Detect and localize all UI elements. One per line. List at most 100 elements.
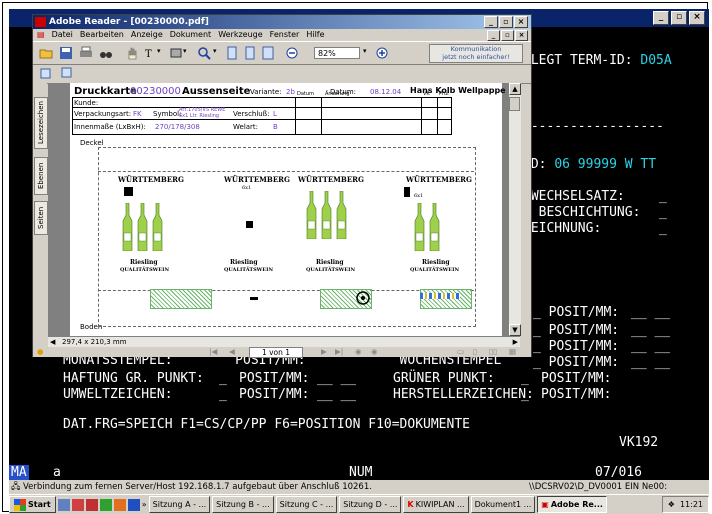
chevron-down-icon[interactable]: ▾ [157, 47, 161, 55]
terminal-input-field[interactable]: _ [659, 221, 667, 237]
zoom-in-icon[interactable] [375, 46, 389, 60]
terminal-input-field[interactable]: _ [659, 205, 667, 221]
fit-width-icon[interactable] [261, 46, 275, 60]
single-page-icon[interactable]: ▭ [457, 347, 464, 357]
taskbar-item[interactable]: Dokument1 ... [470, 496, 536, 513]
terminal-input-field[interactable]: __ __ [631, 305, 670, 321]
adobe-reader-window[interactable]: Adobe Reader - [00230000.pdf] _ ▫ × ▤ Da… [32, 14, 532, 358]
terminal-input-field[interactable]: __ __ [317, 371, 356, 387]
facing-icon[interactable]: ▯▯ [489, 347, 497, 357]
taskbar-item-active[interactable]: ▣ Adobe Re... [537, 496, 607, 513]
screenshot-frame: _ ▫ × ELEGT TERM-ID: D05A --------------… [2, 2, 709, 514]
terminal-input-field[interactable]: __ __ [631, 323, 670, 339]
taskbar-item[interactable]: Sitzung B - ... [212, 496, 274, 513]
document-view[interactable]: Druckkarte 00230000 Aussenseite Variante… [48, 83, 508, 336]
continuous-facing-icon[interactable]: ▦ [509, 347, 516, 357]
open-folder-icon[interactable] [39, 46, 53, 60]
adobe-icon: ▣ [541, 500, 549, 509]
zoom-out-icon[interactable] [285, 46, 299, 60]
doc-restore-icon[interactable]: ▫ [501, 30, 514, 41]
black-mark [124, 187, 133, 196]
quicklaunch-icon[interactable] [85, 498, 98, 511]
doc-side: Aussenseite [182, 86, 251, 97]
menu-hilfe[interactable]: Hilfe [306, 29, 324, 41]
chevron-down-icon[interactable]: ▾ [213, 47, 217, 55]
vertical-scrollbar[interactable]: ▲ ▼ [508, 83, 521, 336]
hand-tool-icon[interactable] [125, 46, 139, 60]
tab-ebenen[interactable]: Ebenen [34, 157, 48, 195]
page-number-field[interactable]: 1 von 1 [249, 347, 303, 358]
quality-text: QUALITÄTSWEIN [120, 267, 170, 273]
taskbar-item[interactable]: K KIWIPLAN ... [403, 496, 469, 513]
more-chevron-icon[interactable]: » [142, 500, 147, 509]
rotate-icon[interactable] [39, 66, 53, 80]
scroll-down-icon[interactable]: ▼ [509, 324, 521, 336]
taskbar-item[interactable]: Sitzung A - ... [148, 496, 211, 513]
taskbar-item[interactable]: Sitzung C - ... [275, 496, 338, 513]
scroll-thumb[interactable] [509, 97, 520, 111]
doc-close-icon[interactable]: × [515, 30, 528, 41]
quicklaunch-icon[interactable] [113, 498, 126, 511]
terminal-field-label: HERSTELLERZEICHEN: [393, 387, 534, 402]
quicklaunch-icon[interactable] [57, 498, 70, 511]
continuous-icon[interactable]: ▯ [473, 347, 477, 357]
snapshot-icon[interactable] [169, 46, 183, 60]
close-icon[interactable]: × [514, 16, 528, 28]
search-binoculars-icon[interactable] [99, 46, 113, 60]
restore-icon[interactable]: ▫ [671, 11, 687, 25]
minimize-icon[interactable]: _ [484, 16, 498, 28]
terminal-input-field[interactable]: _ [521, 371, 529, 387]
zoom-field[interactable]: 82% [314, 47, 360, 59]
menu-werkzeuge[interactable]: Werkzeuge [218, 29, 262, 41]
terminal-input-field[interactable]: __ __ [631, 355, 670, 371]
terminal-row-umwelt: UMWELTZEICHEN: [63, 387, 173, 402]
terminal-input-field[interactable]: _ [219, 387, 227, 403]
last-page-icon[interactable]: ▶| [335, 347, 343, 357]
navigation-panel-tabs: Lesezeichen Ebenen Seiten [33, 83, 48, 333]
chevron-down-icon[interactable]: ▾ [183, 47, 187, 55]
clock[interactable]: 11:21 [680, 500, 703, 509]
terminal-input-field[interactable]: _ [219, 371, 227, 387]
terminal-input-field[interactable]: __ __ [631, 339, 670, 355]
print-icon[interactable] [79, 46, 93, 60]
menu-dokument[interactable]: Dokument [170, 29, 211, 41]
save-icon[interactable] [59, 46, 73, 60]
pdf-page: Druckkarte 00230000 Aussenseite Variante… [70, 83, 506, 336]
go-back-icon[interactable]: ◉ [355, 347, 362, 357]
taskbar-item[interactable]: Sitzung D - ... [339, 496, 402, 513]
chevron-down-icon[interactable]: ▾ [363, 47, 367, 55]
menu-anzeige[interactable]: Anzeige [131, 29, 163, 41]
menu-fenster[interactable]: Fenster [270, 29, 300, 41]
windows-taskbar: Start » Sitzung A - ... Sitzung B - ... … [9, 494, 709, 514]
previous-page-icon[interactable]: ◀ [229, 347, 235, 357]
minimize-icon[interactable]: _ [653, 11, 669, 25]
tray-icon[interactable]: ❖ [668, 500, 675, 509]
tab-lesezeichen[interactable]: Lesezeichen [34, 97, 48, 149]
rotate-icon[interactable] [59, 66, 73, 80]
fit-page-icon[interactable] [243, 46, 257, 60]
menu-bearbeiten[interactable]: Bearbeiten [80, 29, 124, 41]
terminal-row-haftung: HAFTUNG GR. PUNKT: [63, 371, 204, 386]
scroll-up-icon[interactable]: ▲ [509, 83, 521, 95]
terminal-input-field[interactable]: _ [521, 387, 529, 403]
start-button[interactable]: Start [9, 496, 56, 513]
close-icon[interactable]: × [689, 11, 705, 25]
terminal-input-field[interactable]: __ __ [317, 387, 356, 403]
doc-minimize-icon[interactable]: _ [487, 30, 500, 41]
quicklaunch-icon[interactable] [99, 498, 112, 511]
terminal-input-field[interactable]: _ [659, 189, 667, 205]
quicklaunch-icon[interactable] [71, 498, 84, 511]
restore-icon[interactable]: ▫ [499, 16, 513, 28]
quicklaunch-icon[interactable] [127, 498, 140, 511]
actual-size-icon[interactable] [225, 46, 239, 60]
next-page-icon[interactable]: ▶ [321, 347, 327, 357]
tab-seiten[interactable]: Seiten [34, 201, 48, 235]
quality-text: QUALITÄTSWEIN [306, 267, 356, 273]
go-forward-icon[interactable]: ◉ [371, 347, 378, 357]
kommunikation-banner[interactable]: Kommunikation jetzt noch einfacher! [429, 44, 523, 63]
text-select-icon[interactable]: T [143, 46, 157, 60]
zoom-tool-icon[interactable] [197, 46, 211, 60]
hatched-flap [420, 289, 472, 309]
menu-datei[interactable]: Datei [52, 29, 73, 41]
first-page-icon[interactable]: |◀ [209, 347, 217, 357]
